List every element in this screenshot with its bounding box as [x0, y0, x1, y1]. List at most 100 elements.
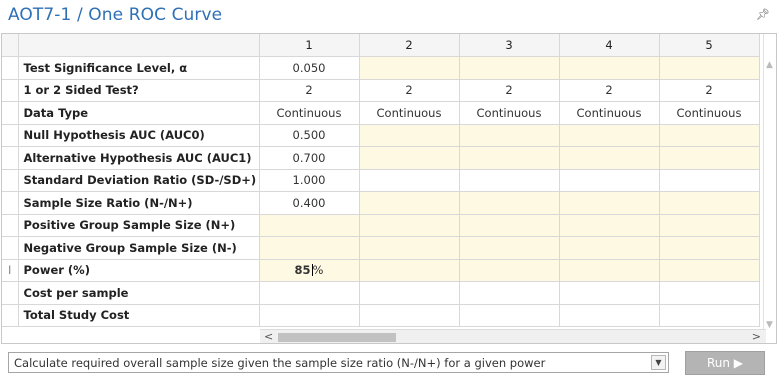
- grid-cell[interactable]: [359, 304, 460, 327]
- grid-cell[interactable]: [659, 124, 760, 147]
- grid-cell[interactable]: [259, 236, 360, 260]
- grid-cell[interactable]: [459, 169, 560, 192]
- row-label: Sample Size Ratio (N-/N+): [18, 191, 260, 215]
- grid-cell[interactable]: [659, 281, 760, 305]
- grid-cell[interactable]: 2: [559, 79, 660, 102]
- grid-cell[interactable]: [659, 56, 760, 80]
- grid-cell[interactable]: [559, 214, 660, 237]
- grid-cell[interactable]: [459, 124, 560, 147]
- cell-value: 85: [294, 263, 311, 278]
- grid-cell[interactable]: 2: [359, 79, 460, 102]
- grid-cell[interactable]: [659, 169, 760, 192]
- calculation-select[interactable]: Calculate required overall sample size g…: [8, 352, 669, 373]
- grid-cell[interactable]: [559, 146, 660, 170]
- grid-cell[interactable]: [559, 191, 660, 215]
- vertical-scrollbar[interactable]: ▲ ▼: [763, 34, 776, 330]
- grid-cell[interactable]: [459, 259, 560, 282]
- grid-cell[interactable]: 2: [259, 79, 360, 102]
- power-cell-active[interactable]: 85%: [259, 259, 360, 282]
- grid-cell[interactable]: 0.050: [259, 56, 360, 80]
- grid-cell[interactable]: [559, 124, 660, 147]
- grid-cell[interactable]: [259, 214, 360, 237]
- row-header[interactable]: [2, 236, 19, 260]
- row-header[interactable]: [2, 124, 19, 147]
- grid-cell[interactable]: [559, 281, 660, 305]
- grid-cell[interactable]: [659, 236, 760, 260]
- grid-cell[interactable]: 0.700: [259, 146, 360, 170]
- chevron-down-icon[interactable]: ▼: [651, 355, 666, 370]
- row-label: Alternative Hypothesis AUC (AUC1): [18, 146, 260, 170]
- row-header[interactable]: [2, 101, 19, 125]
- grid-cell[interactable]: [559, 304, 660, 327]
- scroll-left-icon[interactable]: <: [264, 330, 273, 343]
- pin-icon[interactable]: 📌︎: [756, 8, 770, 21]
- grid-cell[interactable]: Continuous: [359, 101, 460, 125]
- grid-cell[interactable]: [559, 169, 660, 192]
- grid-cell[interactable]: [359, 191, 460, 215]
- grid-cell[interactable]: [659, 191, 760, 215]
- scroll-thumb[interactable]: [278, 333, 396, 342]
- grid-cell[interactable]: [659, 146, 760, 170]
- grid-cell[interactable]: [459, 281, 560, 305]
- window-title: AOT7-1 / One ROC Curve: [8, 5, 223, 25]
- grid-cell[interactable]: [359, 146, 460, 170]
- row-header[interactable]: [2, 214, 19, 237]
- grid-cell[interactable]: Continuous: [659, 101, 760, 125]
- row-header[interactable]: [2, 169, 19, 192]
- grid-cell[interactable]: Continuous: [459, 101, 560, 125]
- row-header[interactable]: [2, 56, 19, 80]
- row-edit-marker[interactable]: I: [2, 259, 19, 282]
- grid-cell[interactable]: [459, 146, 560, 170]
- table-row: Sample Size Ratio (N-/N+) 0.400: [2, 191, 760, 215]
- grid-cell[interactable]: [359, 214, 460, 237]
- action-bar: Calculate required overall sample size g…: [0, 344, 778, 380]
- row-label: Power (%): [18, 259, 260, 282]
- grid-cell[interactable]: [659, 214, 760, 237]
- grid-cell[interactable]: [459, 214, 560, 237]
- row-header[interactable]: [2, 281, 19, 305]
- grid-cell[interactable]: [359, 169, 460, 192]
- grid-cell[interactable]: [659, 259, 760, 282]
- grid-cell[interactable]: [359, 56, 460, 80]
- column-header-2[interactable]: 2: [359, 34, 460, 57]
- row-header[interactable]: [2, 146, 19, 170]
- scroll-right-icon[interactable]: >: [752, 330, 761, 343]
- grid-cell[interactable]: Continuous: [559, 101, 660, 125]
- column-header-4[interactable]: 4: [559, 34, 660, 57]
- grid-cell[interactable]: 2: [459, 79, 560, 102]
- grid-cell[interactable]: [659, 304, 760, 327]
- column-header-3[interactable]: 3: [459, 34, 560, 57]
- table-row: Cost per sample: [2, 281, 760, 305]
- grid-cell[interactable]: [559, 236, 660, 260]
- grid-cell[interactable]: 0.400: [259, 191, 360, 215]
- row-label: Null Hypothesis AUC (AUC0): [18, 124, 260, 147]
- grid-cell[interactable]: Continuous: [259, 101, 360, 125]
- grid-cell[interactable]: 0.500: [259, 124, 360, 147]
- table-row: Alternative Hypothesis AUC (AUC1) 0.700: [2, 146, 760, 170]
- grid-cell[interactable]: [259, 281, 360, 305]
- grid-cell[interactable]: [359, 236, 460, 260]
- row-header[interactable]: [2, 304, 19, 327]
- grid-cell[interactable]: [359, 281, 460, 305]
- grid-cell[interactable]: 1.000: [259, 169, 360, 192]
- grid-cell[interactable]: 2: [659, 79, 760, 102]
- grid-table: 1 2 3 4 5 Test Significance Level, α 0.050 1 or…: [2, 34, 760, 327]
- grid-cell[interactable]: [459, 236, 560, 260]
- column-header-1[interactable]: 1: [259, 34, 360, 57]
- row-header[interactable]: [2, 191, 19, 215]
- grid-cell[interactable]: [259, 304, 360, 327]
- grid-cell[interactable]: [459, 56, 560, 80]
- row-header[interactable]: [2, 79, 19, 102]
- table-row: Negative Group Sample Size (N-): [2, 236, 760, 260]
- grid-cell[interactable]: [559, 259, 660, 282]
- scroll-down-icon[interactable]: ▼: [766, 320, 773, 330]
- grid-cell[interactable]: [559, 56, 660, 80]
- grid-cell[interactable]: [459, 191, 560, 215]
- grid-cell[interactable]: [459, 304, 560, 327]
- horizontal-scrollbar[interactable]: < >: [260, 329, 766, 343]
- run-button[interactable]: Run ▶: [685, 351, 765, 375]
- scroll-up-icon[interactable]: ▲: [766, 60, 773, 70]
- column-header-5[interactable]: 5: [659, 34, 760, 57]
- grid-cell[interactable]: [359, 124, 460, 147]
- grid-cell[interactable]: [359, 259, 460, 282]
